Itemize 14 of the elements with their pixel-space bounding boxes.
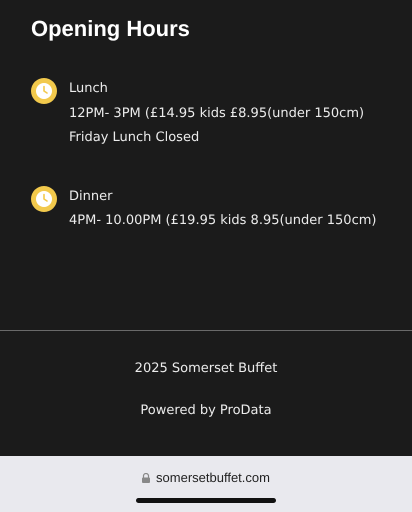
clock-icon	[31, 186, 57, 212]
hours-text: Friday Lunch Closed	[69, 129, 200, 147]
hours-text: 4PM- 10.00PM (£19.95 kids 8.95(under 150cm)	[69, 212, 376, 230]
hours-text: 12PM- 3PM (£14.95 kids £8.95(under 150cm)	[69, 104, 364, 122]
lock-icon	[142, 472, 150, 483]
url-text: somersetbuffet.com	[156, 469, 270, 487]
home-indicator[interactable]	[136, 498, 276, 502]
section-title: Opening Hours	[31, 15, 191, 43]
clock-icon	[31, 78, 57, 104]
copyright-text: 2025 Somerset Buffet	[134, 360, 278, 378]
powered-by-text: Powered by ProData	[140, 402, 272, 420]
browser-address-bar[interactable]: somersetbuffet.com	[0, 456, 412, 512]
meal-name: Dinner	[69, 188, 114, 206]
meal-name: Lunch	[69, 80, 109, 98]
